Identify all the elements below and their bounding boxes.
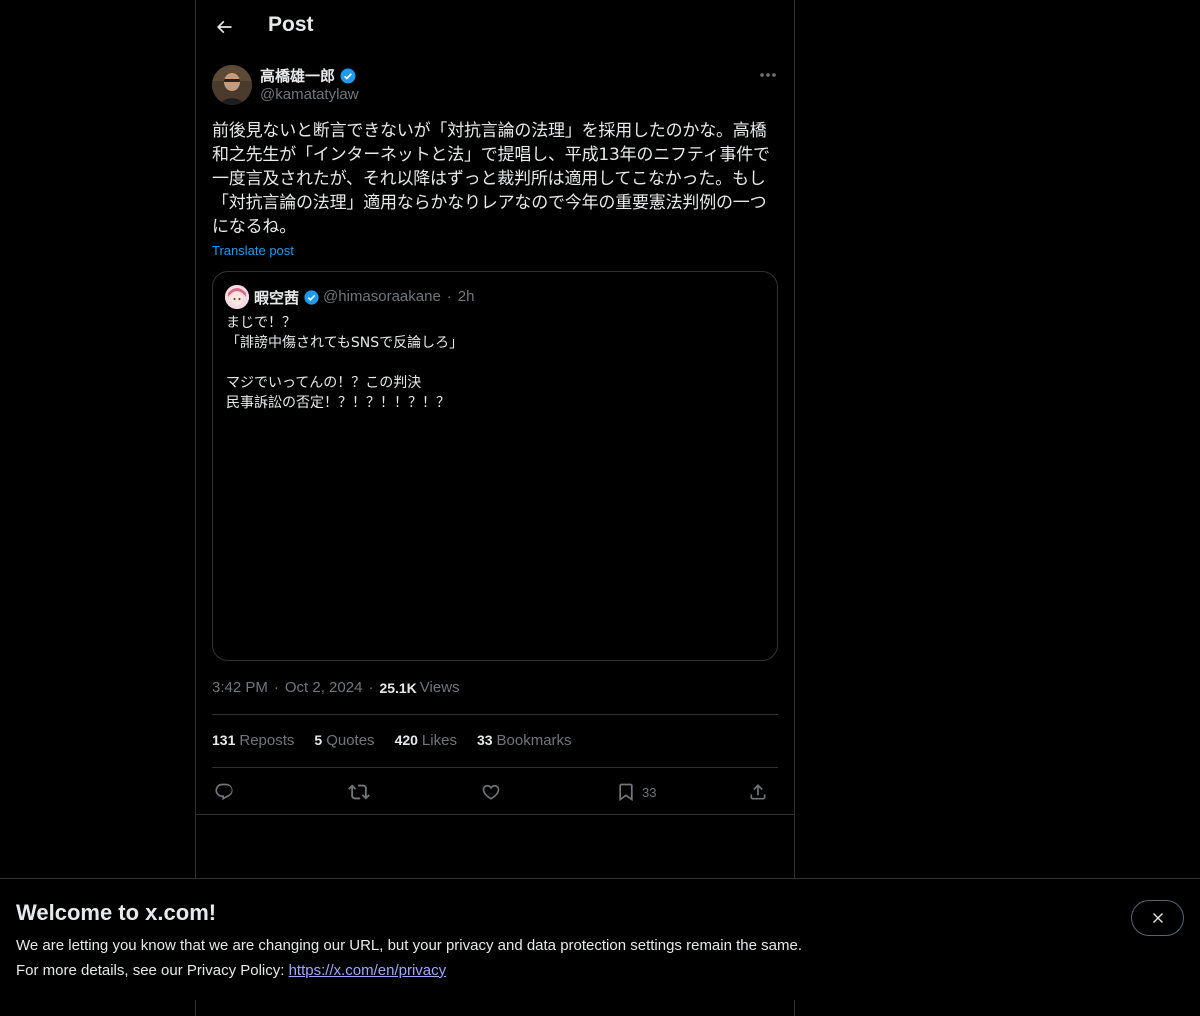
likes-label: Likes <box>421 732 457 749</box>
quote-text: まじで！？ 「誹謗中傷されてもSNSで反論しろ」 マジでいってんの！？この判決 … <box>226 315 464 411</box>
post-time[interactable]: 3:42 PM <box>212 679 268 696</box>
close-icon <box>1152 913 1163 923</box>
author-avatar[interactable] <box>212 65 252 105</box>
bookmarks-label: Bookmarks <box>496 732 572 749</box>
post-stats: 131 Reposts 5 Quotes 420 Likes 33 Bookma… <box>212 732 572 749</box>
share-button[interactable] <box>748 778 768 806</box>
repost-button[interactable] <box>348 778 370 806</box>
reposts-label: Reposts <box>239 732 295 749</box>
separator-dot: · <box>273 679 279 696</box>
avatar-image <box>212 65 252 105</box>
bookmarks-stat[interactable]: 33 Bookmarks <box>477 732 572 749</box>
divider <box>212 767 778 768</box>
close-banner-button[interactable] <box>1131 900 1184 936</box>
back-button[interactable] <box>208 11 240 43</box>
translate-post-link[interactable]: Translate post <box>212 243 294 258</box>
banner-privacy-prefix: For more details, see our Privacy Policy… <box>16 962 289 979</box>
post-text: 前後見ないと断言できないが「対抗言論の法理」を採用したのかな。高橋 和之先生が「… <box>212 121 770 237</box>
quote-author-name: 暇空茜 <box>254 287 320 308</box>
share-icon <box>750 784 766 800</box>
post-header: Post <box>196 0 794 54</box>
welcome-banner: Welcome to x.com! We are letting you kno… <box>0 878 1200 1016</box>
column-continuation <box>195 1000 795 1016</box>
banner-privacy-line: For more details, see our Privacy Policy… <box>16 962 446 979</box>
author-name-text: 高橋雄一郎 <box>260 68 336 85</box>
bookmark-button[interactable]: 33 <box>616 778 656 806</box>
quote-author-handle: @himasoraakane <box>323 288 441 305</box>
post-actions: 33 <box>212 778 778 806</box>
quote-avatar-image <box>225 285 249 309</box>
page-title: Post <box>268 13 314 36</box>
post-timestamp-row: 3:42 PM · Oct 2, 2024 · 25.1K Views <box>212 679 460 696</box>
divider <box>212 714 778 715</box>
divider <box>196 814 794 815</box>
verified-badge-icon <box>304 290 319 305</box>
verified-badge-icon <box>340 68 356 83</box>
likes-count: 420 <box>394 732 418 748</box>
separator-dot: · <box>446 288 452 305</box>
reposts-stat[interactable]: 131 Reposts <box>212 732 294 749</box>
quotes-label: Quotes <box>326 732 375 749</box>
quote-meta: @himasoraakane · 2h <box>323 288 474 305</box>
reply-button[interactable] <box>214 778 234 806</box>
views-count: 25.1K <box>379 679 417 696</box>
reposts-count: 131 <box>212 732 236 748</box>
banner-message: We are letting you know that we are chan… <box>16 937 802 954</box>
banner-title: Welcome to x.com! <box>16 900 217 925</box>
post-date[interactable]: Oct 2, 2024 <box>285 679 363 696</box>
primary-column: Post 高橋雄一郎 @kamatatylaw 前後見ないと断言できないが「対抗… <box>195 0 795 1016</box>
quotes-count: 5 <box>314 732 323 748</box>
arrow-left-icon <box>216 20 232 34</box>
bookmark-count: 33 <box>642 784 657 800</box>
more-icon <box>760 73 776 77</box>
quote-author-name-text: 暇空茜 <box>254 290 300 307</box>
heart-icon <box>482 784 500 800</box>
quoted-post[interactable]: 暇空茜 @himasoraakane · 2h まじで！？ 「誹謗中傷されてもS… <box>212 271 778 661</box>
quote-age: 2h <box>457 288 475 305</box>
repost-icon <box>348 784 370 800</box>
like-button[interactable] <box>481 778 501 806</box>
likes-stat[interactable]: 420 Likes <box>395 732 457 749</box>
author-handle[interactable]: @kamatatylaw <box>260 86 359 103</box>
separator-dot: · <box>368 679 374 696</box>
privacy-policy-link[interactable]: https://x.com/en/privacy <box>289 962 447 979</box>
more-options-button[interactable] <box>754 65 782 85</box>
bookmark-icon <box>619 783 633 802</box>
views-label: Views <box>419 679 460 696</box>
bookmarks-count: 33 <box>476 732 493 748</box>
quote-author-avatar <box>225 285 249 309</box>
author-name[interactable]: 高橋雄一郎 <box>260 65 357 86</box>
quotes-stat[interactable]: 5 Quotes <box>314 732 374 749</box>
reply-icon <box>215 783 233 801</box>
